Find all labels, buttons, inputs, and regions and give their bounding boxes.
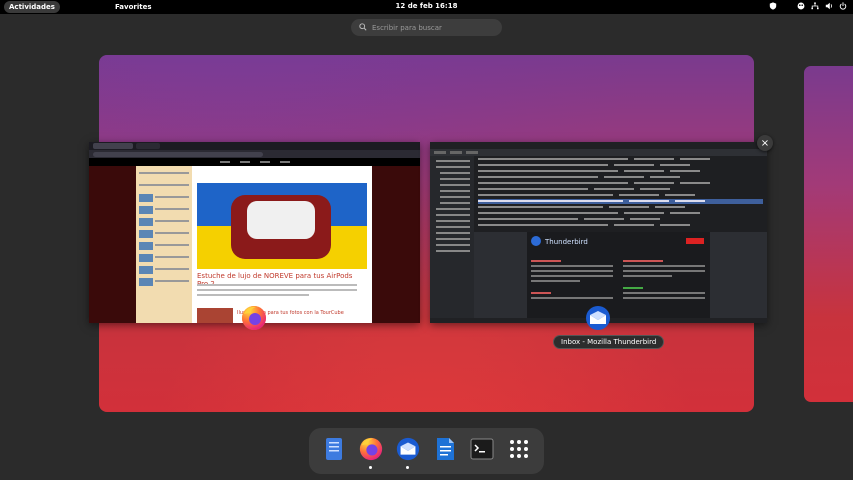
article-hero-image [197, 183, 367, 269]
site-nav-bar [89, 158, 420, 166]
page-sidebar [136, 166, 192, 323]
search-bar[interactable] [351, 19, 502, 36]
app-grid-icon [506, 436, 532, 466]
dock-item-files[interactable] [320, 433, 348, 469]
donate-badge [686, 238, 704, 244]
thunderbird-logo [531, 236, 541, 246]
thunderbird-brand: Thunderbird [545, 238, 588, 246]
terminal-icon [469, 436, 495, 466]
browser-tab-strip [89, 142, 420, 150]
color-icon[interactable] [797, 2, 805, 12]
search-input[interactable] [372, 23, 492, 32]
window-thumbnail-firefox[interactable]: Estuche de lujo de NOREVE para tus AirPo… [89, 142, 420, 323]
close-window-button[interactable]: × [757, 135, 773, 151]
dock-item-thunderbird[interactable] [394, 433, 422, 469]
power-icon[interactable] [839, 2, 847, 12]
dash [309, 428, 544, 474]
mail-toolbar [430, 149, 767, 156]
preview-column-right [623, 260, 705, 302]
message-preview: Thunderbird [527, 232, 710, 320]
running-indicator [368, 466, 372, 469]
article-body [197, 284, 357, 299]
shield-icon[interactable] [769, 2, 777, 12]
dock-item-writer[interactable] [431, 433, 459, 469]
article-page: Estuche de lujo de NOREVE para tus AirPo… [136, 166, 372, 323]
mail-title-bar [430, 142, 767, 149]
window-title-label: Inbox - Mozilla Thunderbird [553, 335, 665, 349]
running-indicator [405, 466, 409, 469]
files-icon [321, 436, 347, 466]
top-bar: Actividades Favorites 12 de feb 16:18 [0, 0, 853, 14]
thunderbird-icon [584, 304, 612, 332]
dock-item-terminal[interactable] [468, 433, 496, 469]
firefox-icon [358, 436, 384, 466]
close-icon: × [760, 137, 770, 149]
activities-button[interactable]: Actividades [4, 1, 60, 13]
network-icon[interactable] [811, 2, 819, 12]
volume-icon[interactable] [825, 2, 833, 12]
preview-column-left [531, 260, 613, 302]
browser-page: Estuche de lujo de NOREVE para tus AirPo… [89, 166, 420, 323]
workspace-next[interactable] [804, 66, 853, 402]
search-icon [359, 22, 372, 33]
message-list [474, 156, 767, 232]
dock-item-show-applications[interactable] [505, 433, 533, 469]
thunderbird-icon [395, 436, 421, 466]
dock-item-firefox[interactable] [357, 433, 385, 469]
firefox-icon [240, 304, 268, 332]
system-tray[interactable] [769, 1, 847, 13]
browser-url-bar [89, 150, 420, 158]
folder-pane [430, 156, 474, 323]
favorites-menu[interactable]: Favorites [115, 3, 152, 11]
related-thumbnail [197, 308, 233, 323]
clock-button[interactable]: 12 de feb 16:18 [396, 2, 458, 10]
window-thumbnail-thunderbird[interactable]: Thunderbird [430, 142, 767, 323]
writer-icon [432, 436, 458, 466]
